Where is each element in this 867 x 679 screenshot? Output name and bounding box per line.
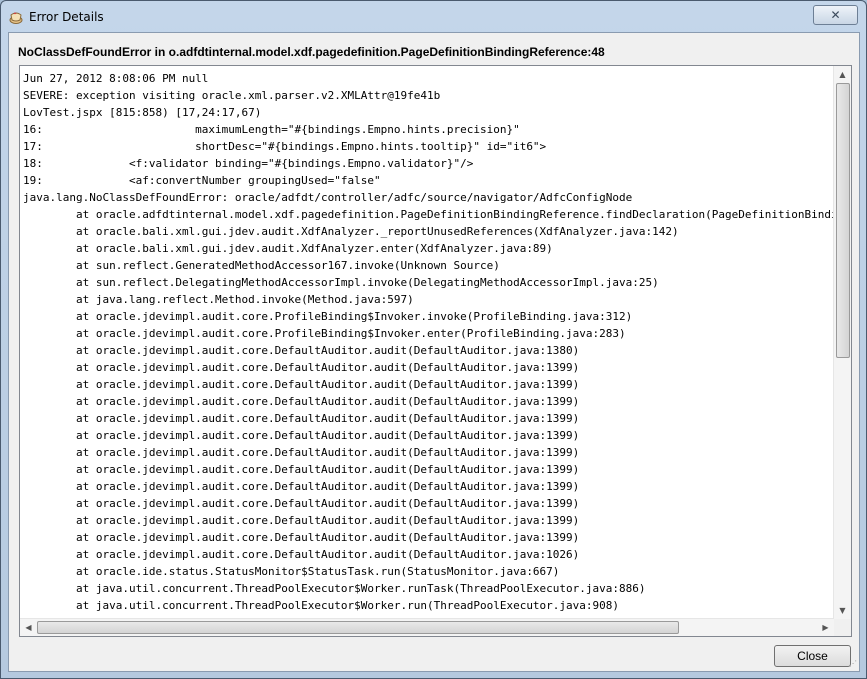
log-line: at oracle.jdevimpl.audit.core.DefaultAud… <box>23 361 580 374</box>
error-header: NoClassDefFoundError in o.adfdtinternal.… <box>18 45 605 59</box>
vertical-scrollbar[interactable]: ▲ ▼ <box>833 66 851 619</box>
log-line: at sun.reflect.GeneratedMethodAccessor16… <box>23 259 500 272</box>
scroll-up-button[interactable]: ▲ <box>834 66 851 83</box>
scroll-left-button[interactable]: ◀ <box>20 619 37 636</box>
log-line: at oracle.jdevimpl.audit.core.DefaultAud… <box>23 446 580 459</box>
log-line: at oracle.jdevimpl.audit.core.DefaultAud… <box>23 497 580 510</box>
log-line: at oracle.jdevimpl.audit.core.DefaultAud… <box>23 531 580 544</box>
log-line: SEVERE: exception visiting oracle.xml.pa… <box>23 89 441 102</box>
log-line: 17: shortDesc="#{bindings.Empno.hints.to… <box>23 140 547 153</box>
log-line: at oracle.adfdtinternal.model.xdf.pagede… <box>75 208 839 221</box>
log-line: at oracle.ide.status.StatusMonitor$Statu… <box>23 565 560 578</box>
log-line: at oracle.jdevimpl.audit.core.DefaultAud… <box>23 514 580 527</box>
log-line: java.lang.NoClassDefFoundError: oracle/a… <box>23 191 633 204</box>
log-line: 19: <af:convertNumber groupingUsed="fals… <box>23 174 381 187</box>
log-line: Jun 27, 2012 8:08:06 PM null <box>23 72 209 85</box>
dialog-client-area: NoClassDefFoundError in o.adfdtinternal.… <box>8 32 860 672</box>
close-icon: ✕ <box>830 8 841 22</box>
log-line: at sun.reflect.DelegatingMethodAccessorI… <box>23 276 659 289</box>
arrow-up-icon: ▲ <box>839 70 846 79</box>
resize-grip-icon[interactable]: ⋰ <box>847 659 857 669</box>
log-line: at oracle.jdevimpl.audit.core.DefaultAud… <box>23 378 580 391</box>
log-line: at java.lang.reflect.Method.invoke(Metho… <box>23 293 414 306</box>
arrow-down-icon: ▼ <box>839 606 846 615</box>
horizontal-scroll-thumb[interactable] <box>37 621 679 634</box>
log-line: at oracle.bali.xml.gui.jdev.audit.XdfAna… <box>23 225 679 238</box>
log-line: at oracle.jdevimpl.audit.core.DefaultAud… <box>23 412 580 425</box>
scroll-right-button[interactable]: ▶ <box>817 619 834 636</box>
horizontal-scrollbar[interactable]: ◀ ▶ <box>20 618 834 636</box>
log-line: at oracle.jdevimpl.audit.core.DefaultAud… <box>23 429 580 442</box>
window-close-button[interactable]: ✕ <box>813 5 858 25</box>
close-button[interactable]: Close <box>774 645 851 667</box>
log-line: 18: <f:validator binding="#{bindings.Emp… <box>23 157 474 170</box>
stack-trace-text[interactable]: Jun 27, 2012 8:08:06 PM null SEVERE: exce… <box>23 70 839 619</box>
log-line: at oracle.bali.xml.gui.jdev.audit.XdfAna… <box>23 242 553 255</box>
log-line: at oracle.jdevimpl.audit.core.ProfileBin… <box>23 327 626 340</box>
arrow-left-icon: ◀ <box>25 623 32 632</box>
log-line: at oracle.jdevimpl.audit.core.DefaultAud… <box>23 395 580 408</box>
log-line: at oracle.jdevimpl.audit.core.DefaultAud… <box>23 463 580 476</box>
error-details-dialog: Error Details ✕ NoClassDefFoundError in … <box>0 0 867 679</box>
stack-trace-panel[interactable]: Jun 27, 2012 8:08:06 PM null SEVERE: exce… <box>19 65 852 637</box>
title-bar[interactable]: Error Details ✕ <box>1 1 866 33</box>
window-title: Error Details <box>29 10 104 24</box>
log-line: at java.util.concurrent.ThreadPoolExecut… <box>23 582 646 595</box>
log-line: at java.util.concurrent.ThreadPoolExecut… <box>23 599 620 612</box>
log-line: LovTest.jspx [815:858) [17,24:17,67) <box>23 106 262 119</box>
scroll-down-button[interactable]: ▼ <box>834 602 851 619</box>
arrow-right-icon: ▶ <box>822 623 829 632</box>
log-line: at oracle.jdevimpl.audit.core.DefaultAud… <box>23 344 580 357</box>
log-line: 16: maximumLength="#{bindings.Empno.hint… <box>23 123 520 136</box>
app-cup-icon <box>9 12 23 24</box>
vertical-scroll-thumb[interactable] <box>836 83 850 358</box>
log-line: at oracle.jdevimpl.audit.core.DefaultAud… <box>23 480 580 493</box>
log-line: at oracle.jdevimpl.audit.core.DefaultAud… <box>23 548 580 561</box>
scrollbar-corner <box>834 619 851 636</box>
log-line: at oracle.jdevimpl.audit.core.ProfileBin… <box>23 310 633 323</box>
